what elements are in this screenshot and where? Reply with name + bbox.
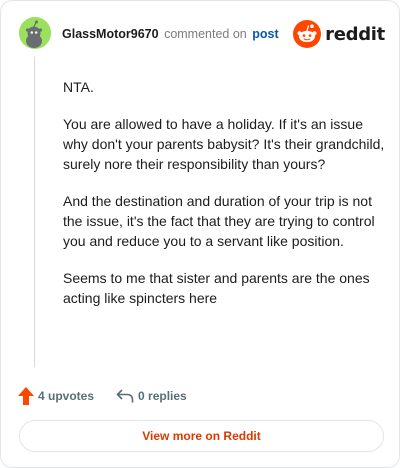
view-more-button[interactable]: View more on Reddit (19, 420, 384, 452)
commented-on-text: commented on (164, 27, 247, 41)
upvotes-stat[interactable]: 4 upvotes (18, 387, 94, 405)
upvotes-count: 4 upvotes (38, 389, 95, 403)
thread-line (34, 57, 35, 367)
snoo-avatar-icon[interactable] (19, 17, 51, 49)
username-link[interactable]: GlassMotor9670 (62, 27, 159, 41)
comment-paragraph: You are allowed to have a holiday. If it… (63, 116, 385, 172)
comment-paragraph: NTA. (63, 79, 94, 95)
post-link[interactable]: post (252, 27, 278, 41)
upvote-arrow-icon (18, 387, 34, 405)
comment-paragraph: And the destination and duration of your… (63, 193, 375, 249)
reddit-wordmark: reddit (325, 23, 385, 45)
comment-header: GlassMotor9670 commented on post reddit (19, 17, 385, 51)
reddit-logo[interactable]: reddit (293, 20, 385, 48)
comment-body: NTA. You are allowed to have a holiday. … (63, 77, 385, 325)
reddit-logo-icon (293, 20, 322, 48)
reply-arrow-icon (116, 389, 134, 403)
replies-stat[interactable]: 0 replies (116, 388, 187, 404)
comment-paragraph: Seems to me that sister and parents are … (63, 270, 370, 306)
comment-byline: GlassMotor9670 commented on post (62, 27, 279, 41)
embedded-comment-card: GlassMotor9670 commented on post reddit … (0, 0, 400, 468)
replies-count: 0 replies (138, 389, 187, 403)
comment-footer: 4 upvotes 0 replies (18, 385, 187, 407)
